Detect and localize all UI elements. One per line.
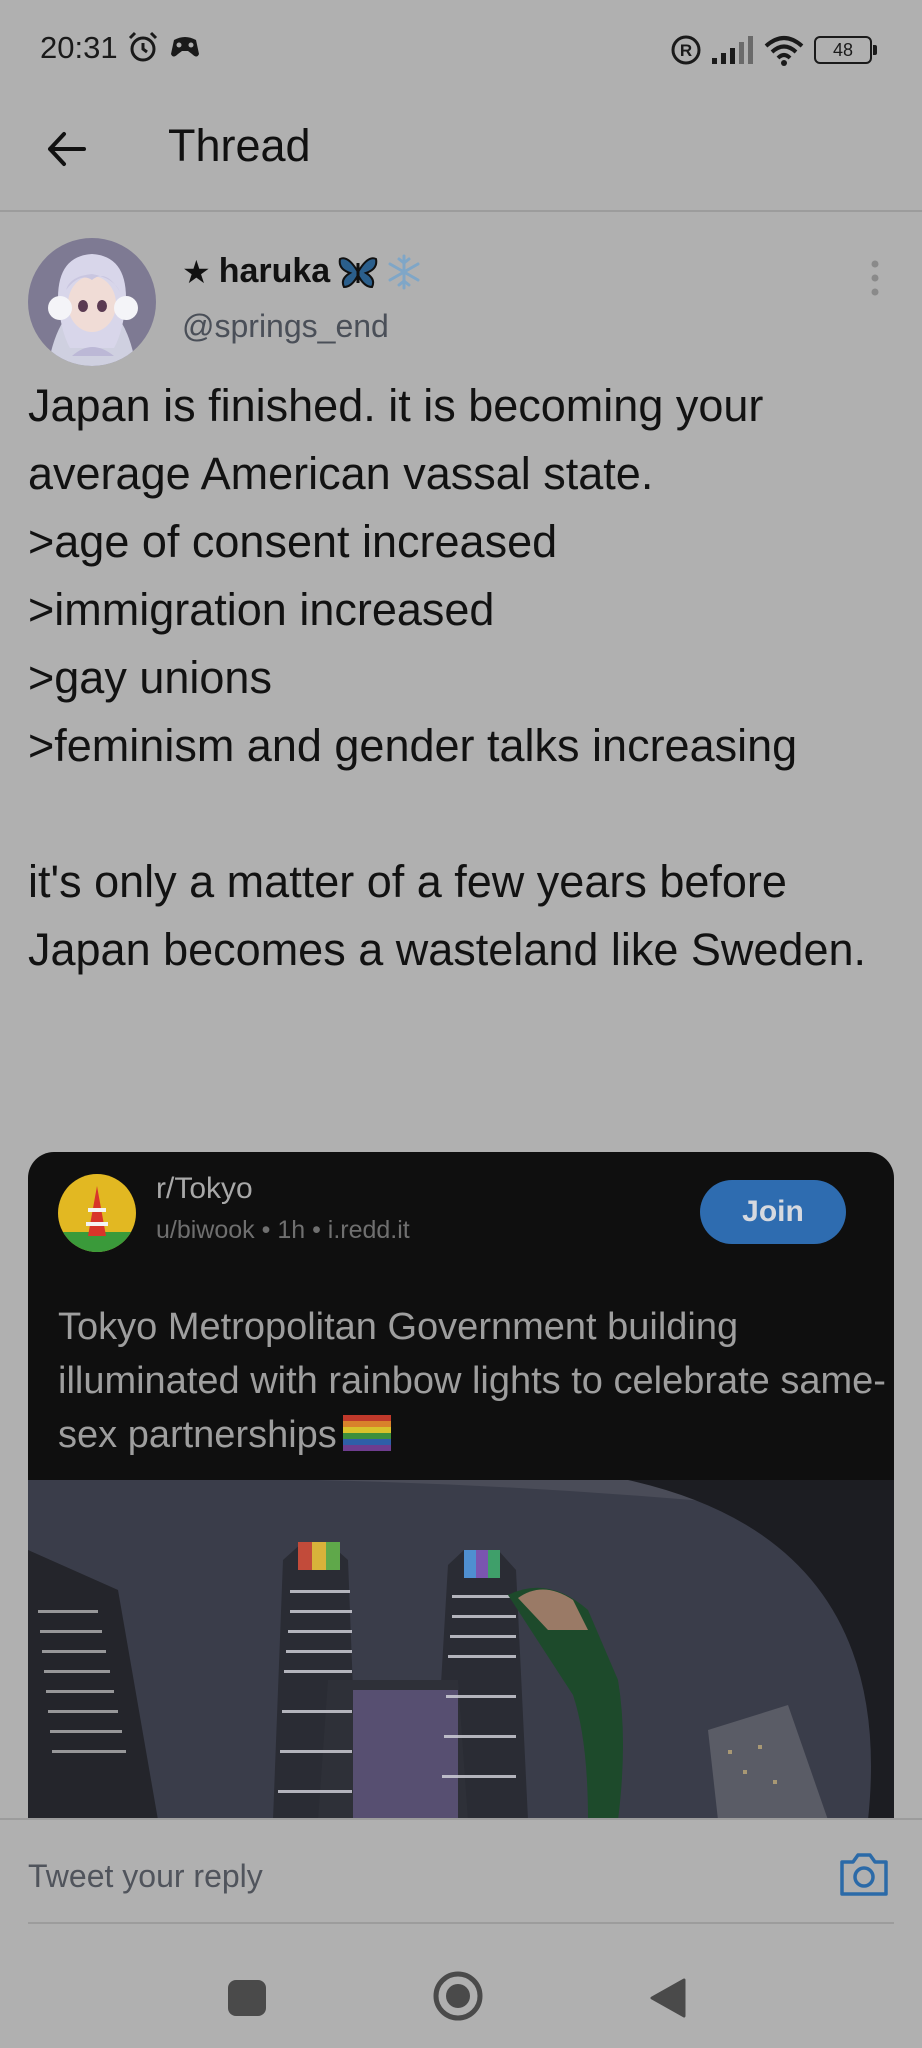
alarm-icon (128, 31, 158, 62)
page-title: Thread (168, 120, 311, 171)
tweet-line: >immigration increased (28, 584, 495, 635)
battery-icon: 48 (814, 36, 877, 64)
avatar[interactable] (28, 238, 156, 366)
author-name-row[interactable]: ★ haruka (182, 252, 422, 291)
status-icons: R 48 (670, 30, 877, 70)
registered-icon: R (671, 35, 701, 65)
status-bar: 20:31 R 48 (0, 0, 922, 100)
nav-recent-icon[interactable] (228, 1980, 266, 2016)
more-vertical-icon[interactable] (868, 258, 882, 298)
reply-bar: Tweet your reply (0, 1818, 922, 1926)
post-title: Tokyo Metropolitan Government building i… (58, 1300, 888, 1462)
game-controller-icon (171, 37, 199, 57)
post-title-text: Tokyo Metropolitan Government building i… (58, 1306, 886, 1456)
tweet-line: Japan is finished. it is becoming your a… (28, 380, 764, 499)
status-time: 20:31 (40, 30, 118, 65)
snowflake-icon (388, 254, 420, 289)
embedded-image-card[interactable]: r/Tokyo u/biwook • 1h • i.redd.it Join T… (28, 1152, 894, 1820)
rainbow-flag-icon (342, 1415, 391, 1451)
star-symbol: ★ (182, 253, 211, 290)
system-nav-bar (0, 1940, 922, 2048)
author-handle[interactable]: @springs_end (182, 308, 389, 345)
tweet-text: Japan is finished. it is becoming your a… (28, 372, 898, 984)
back-arrow-icon[interactable] (40, 122, 94, 176)
wifi-icon (764, 36, 804, 66)
nav-home-icon[interactable] (432, 1970, 484, 2022)
reply-divider (28, 1922, 894, 1924)
subreddit-logo (58, 1174, 136, 1252)
nav-back-icon[interactable] (648, 1976, 688, 2020)
display-name: haruka (218, 252, 331, 290)
tweet-line: >age of consent increased (28, 516, 558, 567)
post-photo (28, 1480, 894, 1820)
tweet-line: >gay unions (28, 652, 272, 703)
svg-text:R: R (680, 41, 692, 60)
reply-input[interactable]: Tweet your reply (28, 1858, 263, 1895)
tweet-line: it's only a matter of a few years before… (28, 856, 867, 975)
join-button[interactable]: Join (700, 1180, 846, 1244)
tweet-line: >feminism and gender talks increasing (28, 720, 798, 771)
butterfly-icon (338, 256, 378, 288)
subreddit-name: r/Tokyo (156, 1172, 253, 1205)
signal-icon (712, 36, 753, 64)
post-meta: u/biwook • 1h • i.redd.it (156, 1216, 410, 1244)
app-header: Thread (0, 100, 922, 212)
camera-icon[interactable] (838, 1850, 890, 1898)
